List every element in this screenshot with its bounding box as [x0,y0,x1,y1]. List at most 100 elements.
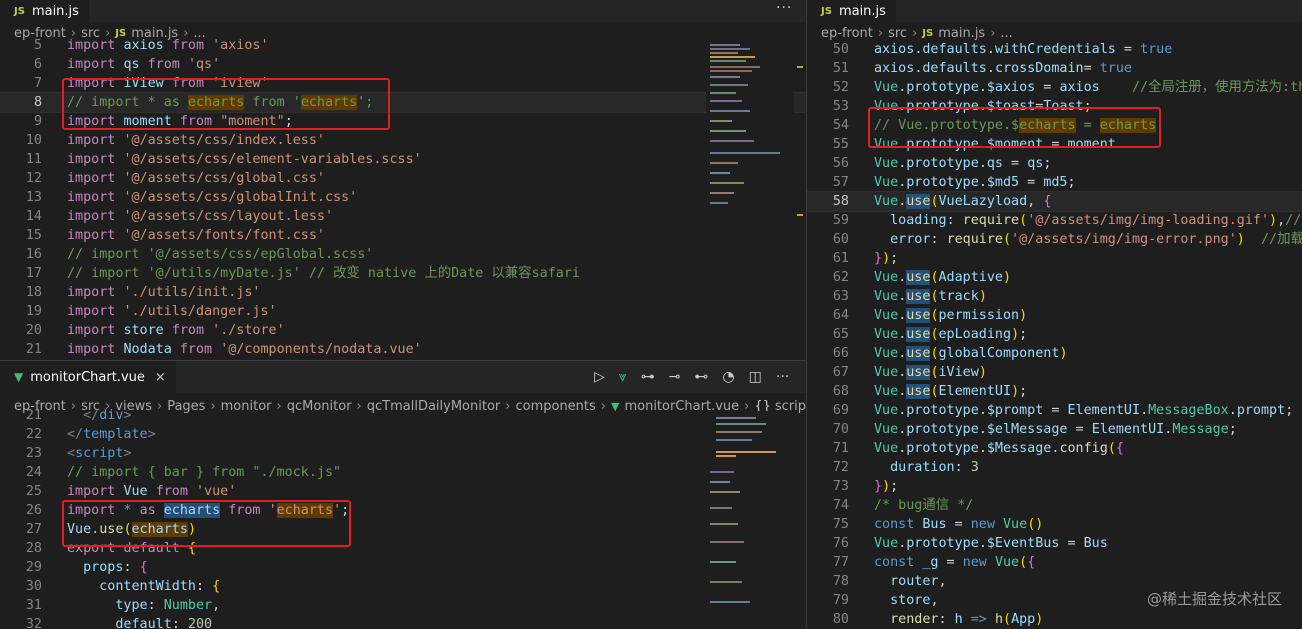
code-text[interactable]: import '@/assets/css/index.less' [67,131,325,150]
code-text[interactable]: Vue.use(Adaptive) [874,268,1011,287]
code-line[interactable]: 24 // import { bar } from "./mock.js" [0,463,806,482]
code-text[interactable]: import '@/assets/css/element-variables.s… [67,150,422,169]
code-text[interactable]: import '@/assets/fonts/font.css' [67,226,325,245]
code-line[interactable]: 50 axios.defaults.withCredentials = true [807,40,1302,59]
code-text[interactable]: error: require('@/assets/img/img-error.p… [874,230,1302,249]
code-text[interactable]: import Vue from 'vue' [67,482,236,501]
code-text[interactable]: import '@/assets/css/global.css' [67,169,325,188]
tab-monitorchart-vue[interactable]: ▼ monitorChart.vue × [0,361,176,393]
vue-devtools-icon[interactable]: ⩔ [619,369,627,385]
tab-main-js[interactable]: JS main.js [0,0,89,22]
code-line[interactable]: 16 // import '@/assets/css/epGlobal.scss' [0,245,806,264]
code-line[interactable]: 25 import Vue from 'vue' [0,482,806,501]
code-line[interactable]: 13 import '@/assets/css/globalInit.css' [0,188,806,207]
tab-main-js[interactable]: JS main.js [807,0,896,22]
code-line[interactable]: 73}); [807,477,1302,496]
code-text[interactable]: Vue.prototype.$EventBus = Bus [874,534,1108,553]
code-text[interactable]: /* bug通信 */ [874,496,973,515]
code-text[interactable]: import Nodata from '@/components/nodata.… [67,340,422,359]
code-text[interactable]: contentWidth: { [67,577,220,596]
code-text[interactable]: </div> [67,406,131,425]
timeline-icon[interactable]: ◔ [722,369,734,385]
more-actions-icon[interactable]: ··· [776,0,792,16]
code-text[interactable]: Vue.prototype.$md5 = md5; [874,173,1076,192]
code-text[interactable]: Vue.prototype.$prompt = ElementUI.Messag… [874,401,1293,420]
code-line[interactable]: 51 axios.defaults.crossDomain= true [807,59,1302,78]
code-text[interactable]: // import { bar } from "./mock.js" [67,463,341,482]
code-text[interactable]: Vue.prototype.$axios = axios //全局注册，使用方法… [874,78,1302,97]
code-line[interactable]: 62 Vue.use(Adaptive) [807,268,1302,287]
git-prev-icon[interactable]: ⊸ [669,369,681,385]
code-text[interactable]: import axios from 'axios' [67,36,269,55]
code-text[interactable]: axios.defaults.withCredentials = true [874,40,1172,59]
code-text[interactable]: Vue.use(globalComponent) [874,344,1068,363]
code-line[interactable]: 57 Vue.prototype.$md5 = md5; [807,173,1302,192]
code-line[interactable]: 80 render: h => h(App) [807,610,1302,629]
code-line[interactable]: 14 import '@/assets/css/layout.less' [0,207,806,226]
code-text[interactable]: const _g = new Vue({ [874,553,1035,572]
code-line[interactable]: 22 </template> [0,425,806,444]
code-line[interactable]: 60 error: require('@/assets/img/img-erro… [807,230,1302,249]
code-text[interactable]: Vue.use(ElementUI); [874,382,1027,401]
code-line[interactable]: 74 /* bug通信 */ [807,496,1302,515]
code-text[interactable]: Vue.prototype.$elMessage = ElementUI.Mes… [874,420,1237,439]
code-line[interactable]: 61}); [807,249,1302,268]
code-line[interactable]: 30 contentWidth: { [0,577,806,596]
breadcrumb-item[interactable]: main.js [938,26,985,41]
code-text[interactable]: props: { [67,558,148,577]
minimap[interactable] [706,40,794,358]
code-line[interactable]: 11 import '@/assets/css/element-variables… [0,150,806,169]
code-text[interactable]: }); [874,249,898,268]
code-text[interactable]: default: 200 [67,615,212,629]
code-text[interactable]: import '@/assets/css/globalInit.css' [67,188,357,207]
code-line[interactable]: 17 // import '@/utils/myDate.js' // 改变 na… [0,264,806,283]
code-text[interactable]: Vue.use(iView) [874,363,987,382]
code-text[interactable]: <script> [67,444,132,463]
code-line[interactable]: 15 import '@/assets/fonts/font.css' [0,226,806,245]
code-text[interactable]: import '@/assets/css/layout.less' [67,207,333,226]
code-line[interactable]: 75 const Bus = new Vue() [807,515,1302,534]
code-text[interactable]: axios.defaults.crossDomain= true [874,59,1132,78]
code-text[interactable]: // import '@/assets/css/epGlobal.scss' [67,245,373,264]
code-text[interactable]: import qs from 'qs' [67,55,220,74]
close-icon[interactable]: × [155,370,166,385]
code-text[interactable]: </template> [67,425,156,444]
code-text[interactable]: import store from './store' [67,321,285,340]
code-line[interactable]: 65 Vue.use(epLoading); [807,325,1302,344]
code-line[interactable]: 18 import './utils/init.js' [0,283,806,302]
breadcrumb-item[interactable]: ep-front [821,26,873,41]
code-text[interactable]: Vue.prototype.$Message.config({ [874,439,1124,458]
code-line[interactable]: 19 import './utils/danger.js' [0,302,806,321]
code-text[interactable]: Vue.use(track) [874,287,987,306]
code-text[interactable]: }); [874,477,898,496]
code-text[interactable]: Vue.prototype.qs = qs; [874,154,1051,173]
code-line[interactable]: 69 Vue.prototype.$prompt = ElementUI.Mess… [807,401,1302,420]
code-line[interactable]: 67 Vue.use(iView) [807,363,1302,382]
code-text[interactable]: import './utils/init.js' [67,283,261,302]
code-line[interactable]: 23 <script> [0,444,806,463]
code-line[interactable]: 77 const _g = new Vue({ [807,553,1302,572]
code-line[interactable]: 32 default: 200 [0,615,806,629]
code-line[interactable]: 56 Vue.prototype.qs = qs; [807,154,1302,173]
git-compare-icon[interactable]: ⊶ [641,369,655,385]
code-text[interactable]: type: Number, [67,596,220,615]
code-text[interactable]: store, [874,591,938,610]
code-line[interactable]: 10 import '@/assets/css/index.less' [0,131,806,150]
code-line[interactable]: 5 import axios from 'axios' [0,36,806,55]
code-line[interactable]: 21 </div> [0,406,806,425]
minimap[interactable] [706,411,794,629]
code-text[interactable]: duration: 3 [874,458,979,477]
code-line[interactable]: 70 Vue.prototype.$elMessage = ElementUI.M… [807,420,1302,439]
code-line[interactable]: 21 import Nodata from '@/components/nodat… [0,340,806,359]
code-line[interactable]: 64 Vue.use(permission) [807,306,1302,325]
code-line[interactable]: 63 Vue.use(track) [807,287,1302,306]
code-text[interactable]: import './utils/danger.js' [67,302,277,321]
code-text[interactable]: loading: require('@/assets/img/img-loadi… [874,211,1302,230]
run-icon[interactable]: ▷ [594,369,605,385]
code-line[interactable]: 31 type: Number, [0,596,806,615]
breadcrumb-item[interactable]: src [888,26,907,41]
code-text[interactable]: Vue.use(VueLazyload, { [874,192,1051,211]
code-line[interactable]: 6 import qs from 'qs' [0,55,806,74]
code-line[interactable]: 72 duration: 3 [807,458,1302,477]
code-text[interactable]: Vue.use(permission) [874,306,1027,325]
